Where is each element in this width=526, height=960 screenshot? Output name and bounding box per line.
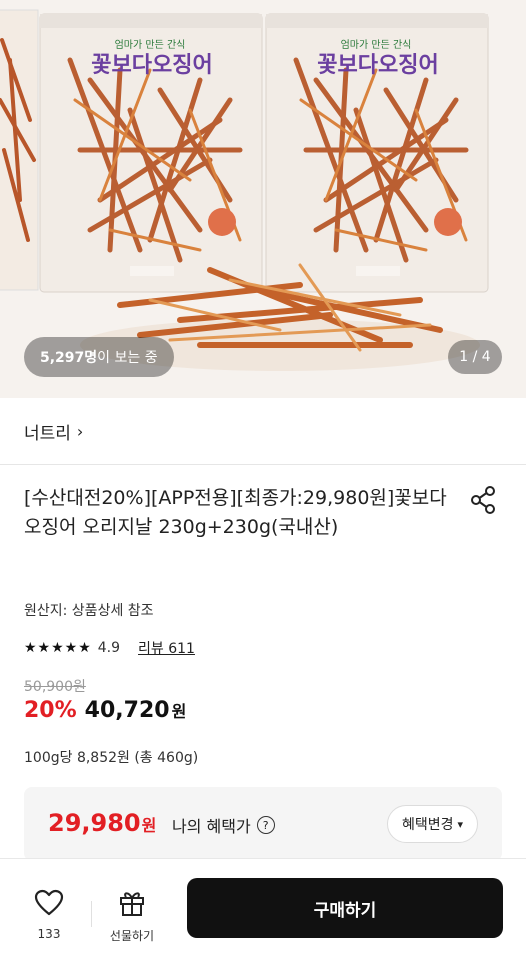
star-rating-icon: ★★★★★ xyxy=(24,640,92,656)
change-benefit-button[interactable]: 혜택변경 ▾ xyxy=(386,805,478,843)
svg-text:엄마가 만든 간식: 엄마가 만든 간식 xyxy=(341,39,412,51)
gift-label: 선물하기 xyxy=(109,929,155,943)
viewer-count-badge: 5,297명 이 보는 중 xyxy=(24,337,174,377)
chevron-down-icon: ▾ xyxy=(457,817,463,831)
sale-price: 40,720 xyxy=(84,698,170,723)
benefit-label: 나의 혜택가 xyxy=(172,817,251,836)
section-divider xyxy=(0,464,526,465)
unit-price: 100g당 8,852원 (총 460g) xyxy=(24,750,199,766)
change-benefit-label: 혜택변경 xyxy=(401,817,454,833)
viewer-count: 5,297명 xyxy=(40,350,98,366)
rating-score: 4.9 xyxy=(97,640,121,656)
help-icon[interactable]: ? xyxy=(256,816,275,834)
like-button[interactable]: 133 xyxy=(22,889,76,945)
benefit-price-amount: 29,980 xyxy=(48,809,141,837)
image-page-indicator: 1 / 4 xyxy=(448,340,502,374)
chevron-right-icon: › xyxy=(76,421,84,441)
svg-text:엄마가 만든 간식: 엄마가 만든 간식 xyxy=(115,39,186,51)
rating-row: ★★★★★ 4.9 리뷰 611 xyxy=(24,638,195,658)
gift-button[interactable]: 선물하기 xyxy=(102,889,162,945)
discount-rate: 20% xyxy=(24,698,77,723)
svg-text:꽃보다오징어: 꽃보다오징어 xyxy=(91,53,212,78)
buy-button[interactable]: 구매하기 xyxy=(187,878,503,938)
gift-icon xyxy=(120,892,144,916)
benefit-price-currency: 원 xyxy=(141,816,157,835)
sale-price-currency: 원 xyxy=(171,702,187,721)
svg-text:꽃보다오징어: 꽃보다오징어 xyxy=(317,53,438,78)
share-icon[interactable] xyxy=(468,484,500,516)
benefit-price-box: 29,980 원 나의 혜택가 ? 혜택변경 ▾ xyxy=(24,787,502,861)
bottom-action-bar: 133 선물하기 구매하기 xyxy=(0,858,526,960)
seller-name: 너트리 xyxy=(24,423,71,444)
viewer-suffix: 이 보는 중 xyxy=(97,350,158,366)
benefit-label-row: 나의 혜택가 ? xyxy=(172,813,275,837)
product-image-carousel[interactable]: 엄마가 만든 간식 꽃보다오징어 엄마가 만든 간식 꽃보다오징어 5,297명… xyxy=(0,0,526,398)
original-price: 50,900원 xyxy=(24,679,86,695)
sale-price-row: 20% 40,720 원 xyxy=(24,698,186,730)
seller-link[interactable]: 너트리 › xyxy=(24,418,83,444)
like-count: 133 xyxy=(37,927,61,941)
review-link[interactable]: 리뷰 611 xyxy=(138,638,195,658)
benefit-price: 29,980 원 xyxy=(48,809,156,837)
bottom-divider xyxy=(91,901,92,927)
heart-icon xyxy=(34,889,64,916)
origin-info: 원산지: 상품상세 참조 xyxy=(24,603,154,619)
product-title: [수산대전20%][APP전용][최종가:29,980원]꽃보다오징어 오리지날… xyxy=(24,487,447,538)
